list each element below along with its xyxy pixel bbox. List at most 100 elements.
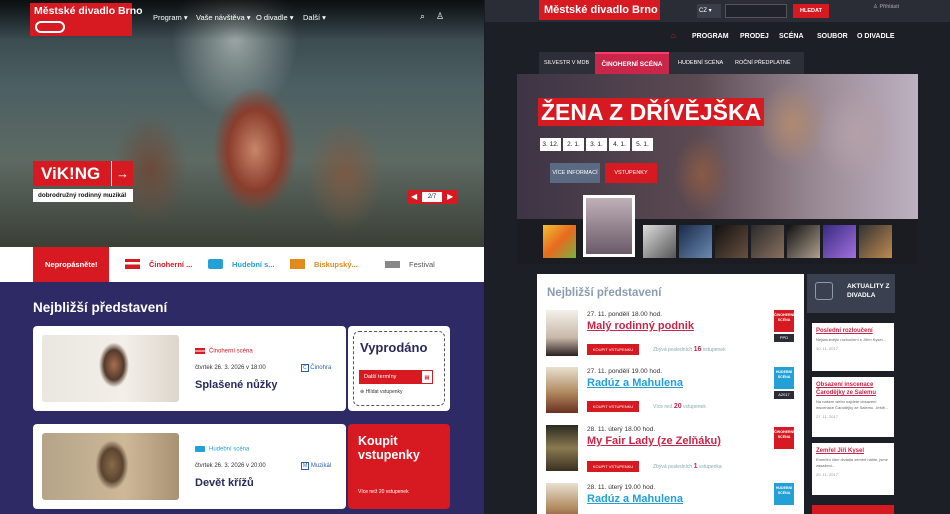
news-item[interactable]: Poslední rozloučení Nejsmutnější rozlouč… [812, 323, 894, 371]
date-chip[interactable]: 4. 1. [609, 138, 630, 151]
sold-out-label: Vyprodáno [360, 340, 428, 355]
show-title[interactable]: Malý rodinný podnik [587, 320, 694, 332]
stage-code: A2017 [774, 391, 794, 399]
login-link[interactable]: ♙ Přihlásit [873, 4, 899, 10]
tab-festival[interactable]: Festival [385, 247, 455, 282]
thumbnail[interactable] [859, 225, 892, 258]
ticket-availability: Více než 20 vstupenek [653, 403, 706, 410]
nav-visit[interactable]: Vaše návštěva ▾ [196, 13, 251, 22]
tickets-button[interactable]: VSTUPENKY [605, 163, 657, 183]
thumbnail[interactable] [543, 225, 576, 258]
search-button[interactable]: HLEDAT [793, 4, 829, 18]
more-news-button[interactable] [812, 505, 894, 514]
stage-badge: HUDEBNÍ SCÉNA [774, 483, 794, 505]
nav-about[interactable]: O DIVADLE [857, 33, 895, 40]
nav-sale[interactable]: PRODEJ [740, 33, 769, 40]
tab-drama[interactable]: Činoherní ... [125, 247, 195, 282]
date-chip[interactable]: 3. 12. [540, 138, 561, 151]
event-date: čtvrtek 26. 3. 2026 v 18:00 [195, 365, 266, 371]
show-title[interactable]: Radúz a Mahulena [587, 377, 683, 389]
news-title[interactable]: Obsazení inscenace Čarodějky ze Salemu [816, 381, 890, 397]
ticket-availability: Zbývá posledních 16 vstupenek [653, 346, 726, 353]
thumbnail[interactable] [823, 225, 856, 258]
event-title[interactable]: Devět křížů [195, 477, 254, 489]
tab-highlights[interactable]: Nepropásněte! [33, 247, 109, 282]
thumbnail[interactable] [787, 225, 820, 258]
logo-text: Městské divadlo Brno [34, 5, 143, 17]
sold-out-panel: Vyprodáno Další termíny ▦ ⊕ Hlídat vstupe… [348, 326, 450, 411]
tab-music[interactable]: Hudební s... [208, 247, 278, 282]
news-title[interactable]: Zemřel Jiří Kysel [816, 447, 890, 455]
home-icon[interactable]: ⌂ [671, 31, 676, 40]
poster-image[interactable] [546, 310, 578, 356]
show-date: 27. 11. pondělí 19.00 hod. [587, 368, 663, 375]
right-screenshot: Městské divadlo Brno CZ ▾ HLEDAT ♙ Přihl… [485, 0, 950, 514]
thumbnail[interactable] [715, 225, 748, 258]
event-title[interactable]: Splašené nůžky [195, 379, 278, 391]
nav-ensemble[interactable]: SOUBOR [817, 33, 848, 40]
buy-ticket-button[interactable]: KOUPIT VSTUPENKU [587, 401, 639, 412]
language-select[interactable]: CZ ▾ [697, 4, 721, 18]
list-item: 28. 11. úterý 18.00 hod. My Fair Lady (z… [537, 425, 804, 481]
nav-about[interactable]: O divadle ▾ [256, 13, 294, 22]
thumbnail[interactable] [751, 225, 784, 258]
thumbnail[interactable] [679, 225, 712, 258]
site-logo[interactable]: Městské divadlo Brno [30, 3, 143, 36]
buy-ticket-button[interactable]: KOUPIT VSTUPENKU [587, 461, 639, 472]
search-input[interactable] [725, 4, 787, 18]
show-date: 28. 11. úterý 18.00 hod. [587, 426, 656, 433]
list-title: Nejbližší představení [547, 287, 662, 299]
poster-image[interactable] [546, 367, 578, 413]
nav-more[interactable]: Další ▾ [303, 13, 326, 22]
date-chip[interactable]: 2. 1. [563, 138, 584, 151]
hero-banner: ŽENA Z DŘÍVĚJŠKA 3. 12. 2. 1. 3. 1. 4. 1. 5.… [517, 74, 918, 219]
show-title[interactable]: Radúz a Mahulena [587, 493, 683, 505]
search-icon[interactable]: ⌕ [420, 12, 429, 21]
stage-code: PPD [774, 334, 794, 342]
event-image [42, 433, 179, 500]
tab-drama[interactable]: ČINOHERNÍ SCÉNA [595, 52, 669, 74]
nav-stage[interactable]: SCÉNA [779, 33, 804, 40]
thumbnail-active[interactable] [583, 195, 635, 257]
pager-count: 2/7 [422, 192, 442, 202]
watch-tickets[interactable]: ⊕ Hlídat vstupenky [360, 389, 403, 395]
event-card[interactable]: Hudební scéna čtvrtek 26. 3. 2026 v 20:0… [33, 424, 346, 509]
buy-tickets-panel[interactable]: Koupit vstupenky Více než 20 vstupenek [348, 424, 450, 509]
left-screenshot: Městské divadlo Brno Program ▾ Vaše návš… [0, 0, 484, 514]
user-icon[interactable]: ♙ [436, 12, 445, 21]
next-icon[interactable]: ▶ [447, 190, 453, 204]
tab-subscription[interactable]: ROČNÍ PŘEDPLATNÉ 2018 [735, 52, 804, 88]
buy-ticket-button[interactable]: KOUPIT VSTUPENKU [587, 344, 639, 355]
thumbnail[interactable] [643, 225, 676, 258]
buy-tickets-label[interactable]: Koupit vstupenky [358, 434, 438, 462]
nav-program[interactable]: PROGRAM [692, 33, 729, 40]
more-info-button[interactable]: VÍCE INFORMACÍ [550, 163, 600, 183]
news-title[interactable]: Poslední rozloučení [816, 327, 890, 335]
date-chip[interactable]: 5. 1. [632, 138, 653, 151]
stage-badge: ČINOHERNÍ SCÉNA [774, 427, 794, 449]
news-date: 27. 11. 2017 [816, 414, 838, 419]
nav-program[interactable]: Program ▾ [153, 13, 188, 22]
hero-title: ŽENA Z DŘÍVĚJŠKA [538, 98, 765, 126]
section-title: Nejbližší představení [33, 300, 168, 315]
arrow-right-icon[interactable]: → [111, 161, 133, 186]
event-genre: M Muzikál [301, 462, 332, 470]
event-genre: C Činohra [301, 364, 332, 372]
main-nav: ⌂ PROGRAM PRODEJ SCÉNA SOUBOR O DIVADLE [485, 22, 950, 50]
poster-image[interactable] [546, 483, 578, 514]
more-dates-button[interactable]: Další termíny ▦ [359, 370, 433, 384]
date-chip[interactable]: 3. 1. [586, 138, 607, 151]
event-card[interactable]: Činoherní scéna čtvrtek 26. 3. 2026 v 18… [33, 326, 346, 411]
news-item[interactable]: Zemřel Jiří Kysel Emeritní člen divadla … [812, 443, 894, 495]
news-item[interactable]: Obsazení inscenace Čarodějky ze Salemu N… [812, 377, 894, 437]
poster-image[interactable] [546, 425, 578, 471]
prev-icon[interactable]: ◀ [411, 190, 417, 204]
ticket-availability: Zbývá posledních 1 vstupenka [653, 463, 722, 470]
tab-music[interactable]: HUDEBNÍ SCÉNA [678, 52, 723, 74]
tab-new-year[interactable]: SILVESTR V MDB [544, 52, 589, 74]
site-logo[interactable]: Městské divadlo Brno [539, 0, 660, 20]
drama-icon [125, 259, 140, 269]
show-title[interactable]: My Fair Lady (ze Zelňáku) [587, 435, 721, 447]
calendar-icon: ▦ [421, 370, 433, 384]
tab-bishop[interactable]: Biskupský... [290, 247, 360, 282]
